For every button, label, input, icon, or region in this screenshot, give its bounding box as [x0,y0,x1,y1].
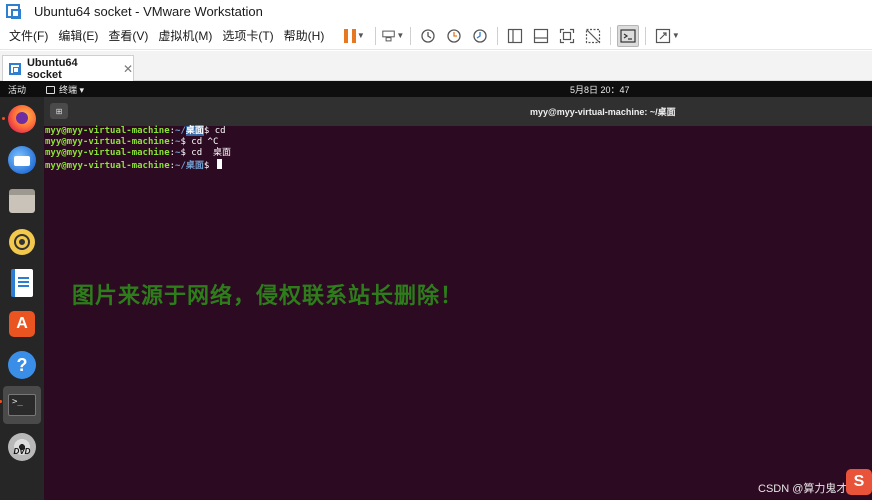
send-keys-icon [382,30,396,41]
menu-bar: 文件(F) 编辑(E) 查看(V) 虚拟机(M) 选项卡(T) 帮助(H) ▼ … [0,22,872,50]
menu-view[interactable]: 查看(V) [103,22,153,50]
dock-rhythmbox[interactable] [6,226,38,258]
dock-terminal[interactable]: >_ [0,386,41,424]
clock[interactable]: 5月8日 20：47 [570,83,630,96]
library-view-icon [508,28,523,43]
stretch-button[interactable]: ▼ [652,25,682,47]
dock-writer[interactable] [6,267,38,299]
dock-app-store[interactable]: A [6,308,38,340]
toolbar-divider [410,26,412,45]
pause-icon [343,28,356,43]
thumbnail-bar-icon [534,28,549,43]
chevron-down-icon: ▼ [356,31,365,40]
thumbnail-bar-button[interactable] [530,25,552,47]
unity-button[interactable] [582,25,604,47]
menu-file[interactable]: 文件(F) [4,22,53,50]
menu-vm[interactable]: 虚拟机(M) [153,22,217,50]
terminal-line: myy@myy-virtual-machine:~/桌面$ cd [45,126,226,136]
toolbar-divider [375,26,377,45]
stretch-icon [655,28,670,43]
dock-dvd[interactable]: DVD [6,431,38,463]
app-store-icon: A [9,311,35,337]
snapshot-revert-icon [447,28,461,43]
firefox-icon [8,105,36,133]
libreoffice-writer-icon [11,269,33,297]
terminal-line: myy@myy-virtual-machine:~$ cd 桌面 [45,148,231,158]
csdn-logo: S [846,469,872,495]
toolbar: ▼ ▼ ▼ [337,22,684,50]
snapshot-take-button[interactable] [417,25,439,47]
activities-button[interactable]: 活动 [8,83,26,96]
terminal-title: myy@myy-virtual-machine: ~/桌面 [530,107,676,117]
snapshot-revert-button[interactable] [443,25,465,47]
dock-files[interactable] [6,185,38,217]
toolbar-divider [610,26,612,45]
terminal-icon: >_ [8,394,36,416]
dock-thunderbird[interactable] [6,144,38,176]
vm-tab-strip: Ubuntu64 socket ✕ [0,51,872,81]
menu-help[interactable]: 帮助(H) [279,22,330,50]
title-bar: Ubuntu64 socket - VMware Workstation [0,0,872,22]
library-view-button[interactable] [504,25,526,47]
rhythmbox-icon [9,229,35,255]
dock-help[interactable]: ? [6,349,38,381]
vmware-window: Ubuntu64 socket - VMware Workstation 文件(… [0,0,872,500]
thunderbird-icon [8,146,36,174]
snapshot-manager-icon [473,28,487,43]
help-icon: ? [8,351,36,379]
selected-text: 桌面 [185,126,204,136]
terminal-line: myy@myy-virtual-machine:~$ cd ^C [45,137,219,147]
guest-screen[interactable]: 活动 终端 ▾ 5月8日 20：47 A ? >_ DVD ⊞ myy@myy-… [0,81,872,500]
dvd-icon: DVD [8,433,36,461]
gnome-top-bar: 活动 终端 ▾ 5月8日 20：47 [0,81,872,97]
toolbar-divider [497,26,499,45]
dvd-label: DVD [13,447,31,456]
chevron-down-icon: ▼ [396,31,405,40]
menu-tabs[interactable]: 选项卡(T) [217,22,278,50]
full-screen-button[interactable] [556,25,578,47]
csdn-credit: CSDN @算力鬼才 [758,483,848,495]
files-icon [9,189,35,213]
snapshot-manager-button[interactable] [469,25,491,47]
menu-edit[interactable]: 编辑(E) [53,22,103,50]
app-menu-terminal[interactable]: 终端 ▾ [46,83,84,96]
window-title: Ubuntu64 socket - VMware Workstation [34,3,263,19]
watermark-text: 图片来源于网络，侵权联系站长删除！ [72,284,464,309]
send-keys-button[interactable]: ▼ [382,25,404,47]
vm-icon [9,62,21,75]
console-view-button[interactable] [617,24,640,47]
close-icon[interactable]: ✕ [123,62,133,76]
app-menu-label: 终端 ▾ [59,85,85,95]
terminal-line: myy@myy-virtual-machine:~/桌面$ [45,159,872,171]
terminal-body[interactable]: myy@myy-virtual-machine:~/桌面$ cd myy@myy… [44,126,872,500]
new-tab-button[interactable]: ⊞ [50,103,68,119]
dock-firefox[interactable] [2,103,38,135]
full-screen-icon [560,28,575,43]
vmware-app-icon [6,4,21,19]
tab-label: Ubuntu64 socket [26,56,78,81]
terminal-mini-icon [46,85,55,94]
pause-button[interactable]: ▼ [339,25,369,47]
terminal-header-bar: ⊞ myy@myy-virtual-machine: ~/桌面 [44,97,872,126]
console-view-icon [620,28,636,43]
terminal-cursor [216,159,222,169]
unity-icon [586,28,601,43]
tab-ubuntu64-socket[interactable]: Ubuntu64 socket ✕ [2,55,134,81]
ubuntu-dock: A ? >_ DVD [0,97,44,500]
toolbar-divider [645,26,647,45]
chevron-down-icon: ▼ [671,31,680,40]
snapshot-take-icon [421,28,435,43]
